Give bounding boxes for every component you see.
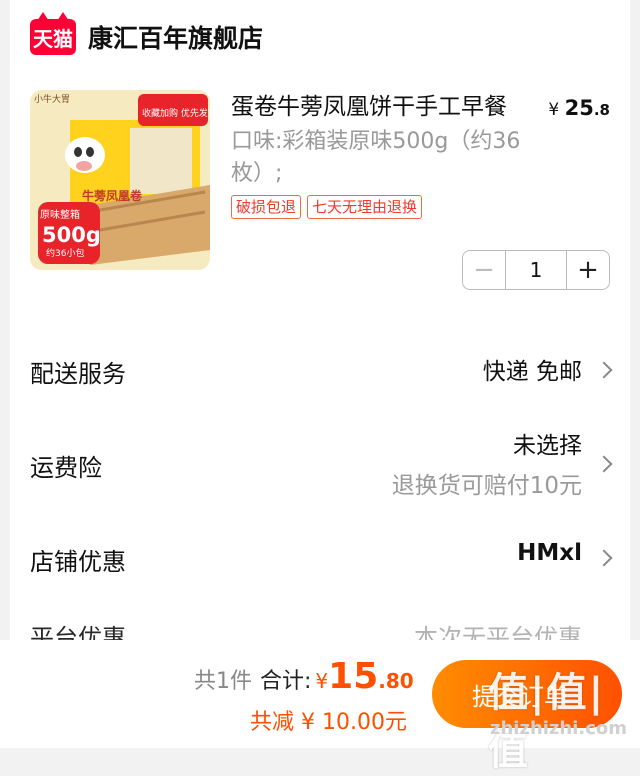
decrease-quantity-button[interactable]: − [463, 251, 505, 289]
product-image-art: 原味整箱 500g 约36小包 收藏加购 优先发货 小牛大胃 牛蒡凤凰卷 [30, 90, 210, 270]
quantity-stepper: − 1 + [462, 250, 610, 290]
total-currency: ¥ [315, 669, 329, 693]
store-name[interactable]: 康汇百年旗舰店 [88, 19, 263, 55]
tag-seven-day-return: 七天无理由退换 [307, 195, 423, 219]
chevron-right-icon [595, 549, 613, 567]
product-price: ¥ 25.8 [548, 96, 610, 120]
discount-total: 共减 ¥ 10.00元 [250, 710, 407, 735]
product-title[interactable]: 蛋卷牛蒡凤凰饼干手工早餐 [231, 90, 531, 124]
watermark-site: zhizhizhi.com [490, 718, 628, 739]
order-total: 共1件 合计: ¥ 15 .80 [194, 656, 414, 697]
chevron-right-icon [595, 361, 613, 379]
image-top-label: 原味整箱 [40, 208, 80, 221]
store-header[interactable]: 天猫 康汇百年旗舰店 [30, 12, 263, 56]
row-platform-discount-label[interactable]: 平台优惠 [30, 618, 126, 640]
price-currency: ¥ [548, 100, 560, 120]
row-label: 店铺优惠 [30, 548, 126, 576]
row-platform-discount-value: 本次无平台优惠 [414, 624, 582, 640]
total-int: 15 [328, 656, 379, 697]
row-store-discount[interactable]: 店铺优惠 HMxl [30, 540, 613, 580]
row-label: 配送服务 [30, 360, 126, 388]
tmall-badge-icon: 天猫 [30, 12, 76, 55]
quantity-input[interactable]: 1 [505, 251, 567, 289]
image-badge-sub: 约36小包 [46, 247, 84, 259]
row-label: 运费险 [30, 454, 102, 482]
tag-damage-return: 破损包退 [231, 195, 302, 219]
insurance-subtext: 退换货可赔付10元 [391, 473, 582, 499]
store-discount-value: HMxl [517, 540, 582, 566]
service-tags: 破损包退 七天无理由退换 [231, 195, 423, 219]
order-card: 天猫 康汇百年旗舰店 原味整箱 500g 约36小包 收藏加购 优先发货 小牛大… [10, 0, 630, 640]
product-spec[interactable]: 口味:彩箱装原味500g（约36枚）; [231, 126, 531, 190]
chevron-right-icon [595, 455, 613, 473]
total-label: 合计: [260, 669, 312, 694]
row-delivery-service[interactable]: 配送服务 快递 免邮 [30, 352, 613, 392]
image-brand: 小牛大胃 [34, 93, 70, 105]
price-int: 25 [564, 96, 594, 120]
image-promo: 收藏加购 优先发货 [142, 107, 210, 119]
product-image[interactable]: 原味整箱 500g 约36小包 收藏加购 优先发货 小牛大胃 牛蒡凤凰卷 [30, 90, 210, 270]
delivery-value: 快递 免邮 [482, 359, 582, 385]
insurance-value: 未选择 [513, 433, 582, 459]
total-dec: .80 [378, 669, 414, 693]
image-box-label: 牛蒡凤凰卷 [82, 188, 143, 203]
item-count: 共1件 [194, 669, 252, 694]
row-shipping-insurance[interactable]: 运费险 未选择 退换货可赔付10元 [30, 426, 613, 502]
image-badge-text: 500g [42, 223, 101, 247]
increase-quantity-button[interactable]: + [567, 251, 609, 289]
price-dec: .8 [593, 101, 610, 119]
